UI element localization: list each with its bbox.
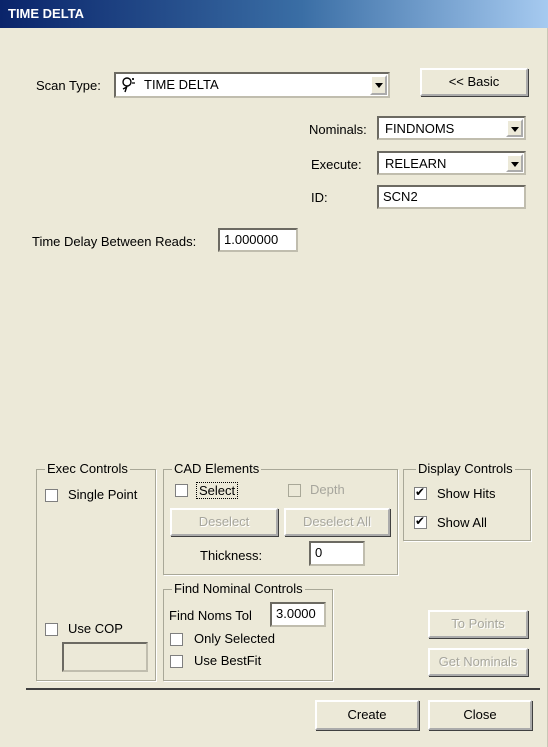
thickness-label: Thickness: bbox=[200, 548, 263, 563]
scan-type-value: TIME DELTA bbox=[144, 77, 219, 92]
select-checkbox[interactable] bbox=[175, 484, 188, 497]
nominals-select[interactable]: FINDNOMS bbox=[377, 116, 526, 140]
footer-divider bbox=[26, 688, 540, 690]
single-point-label: Single Point bbox=[68, 487, 138, 502]
title-bar: TIME DELTA bbox=[0, 0, 548, 28]
scan-type-select[interactable]: TIME DELTA bbox=[114, 72, 390, 98]
time-delay-field[interactable]: 1.000000 bbox=[218, 228, 298, 252]
execute-select[interactable]: RELEARN bbox=[377, 151, 526, 175]
find-noms-tol-field[interactable]: 3.0000 bbox=[270, 602, 326, 627]
window-title: TIME DELTA bbox=[8, 6, 85, 21]
select-label: Select bbox=[196, 482, 239, 499]
find-nominal-controls-title: Find Nominal Controls bbox=[172, 581, 305, 596]
show-all-checkbox[interactable] bbox=[414, 514, 427, 529]
get-nominals-button[interactable]: Get Nominals bbox=[428, 648, 528, 676]
close-button[interactable]: Close bbox=[428, 700, 532, 730]
id-label: ID: bbox=[311, 190, 328, 205]
scan-type-dropdown-icon[interactable] bbox=[370, 75, 387, 95]
only-selected-checkbox[interactable] bbox=[170, 633, 183, 646]
scan-tool-icon bbox=[122, 77, 135, 93]
use-cop-checkbox[interactable] bbox=[45, 623, 58, 636]
show-hits-label: Show Hits bbox=[437, 486, 496, 501]
nominals-label: Nominals: bbox=[309, 122, 367, 137]
scan-type-label: Scan Type: bbox=[36, 78, 101, 93]
only-selected-label: Only Selected bbox=[194, 631, 275, 646]
execute-label: Execute: bbox=[311, 157, 362, 172]
time-delta-dialog: TIME DELTA Scan Type: TIME DELTA << Basi… bbox=[0, 0, 548, 747]
depth-checkbox[interactable] bbox=[288, 484, 301, 497]
thickness-field[interactable]: 0 bbox=[309, 541, 365, 566]
nominals-dropdown-icon[interactable] bbox=[506, 119, 523, 137]
use-bestfit-checkbox[interactable] bbox=[170, 655, 183, 668]
exec-controls-title: Exec Controls bbox=[45, 461, 130, 476]
display-controls-title: Display Controls bbox=[416, 461, 515, 476]
show-all-label: Show All bbox=[437, 515, 487, 530]
to-points-button[interactable]: To Points bbox=[428, 610, 528, 638]
single-point-checkbox[interactable] bbox=[45, 489, 58, 502]
cad-elements-title: CAD Elements bbox=[172, 461, 262, 476]
deselect-all-button[interactable]: Deselect All bbox=[284, 508, 390, 536]
cop-field[interactable] bbox=[62, 642, 148, 672]
depth-label: Depth bbox=[310, 482, 345, 497]
find-noms-tol-label: Find Noms Tol bbox=[169, 608, 252, 623]
use-bestfit-label: Use BestFit bbox=[194, 653, 262, 668]
create-button[interactable]: Create bbox=[315, 700, 419, 730]
show-hits-checkbox[interactable] bbox=[414, 485, 427, 500]
display-controls-group: Display Controls bbox=[403, 461, 531, 541]
id-field[interactable]: SCN2 bbox=[377, 185, 526, 209]
execute-dropdown-icon[interactable] bbox=[506, 154, 523, 172]
execute-value: RELEARN bbox=[385, 156, 447, 171]
nominals-value: FINDNOMS bbox=[385, 121, 455, 136]
deselect-button[interactable]: Deselect bbox=[170, 508, 278, 536]
time-delay-label: Time Delay Between Reads: bbox=[32, 234, 197, 249]
use-cop-label: Use COP bbox=[68, 621, 123, 636]
basic-button[interactable]: << Basic bbox=[420, 68, 528, 96]
